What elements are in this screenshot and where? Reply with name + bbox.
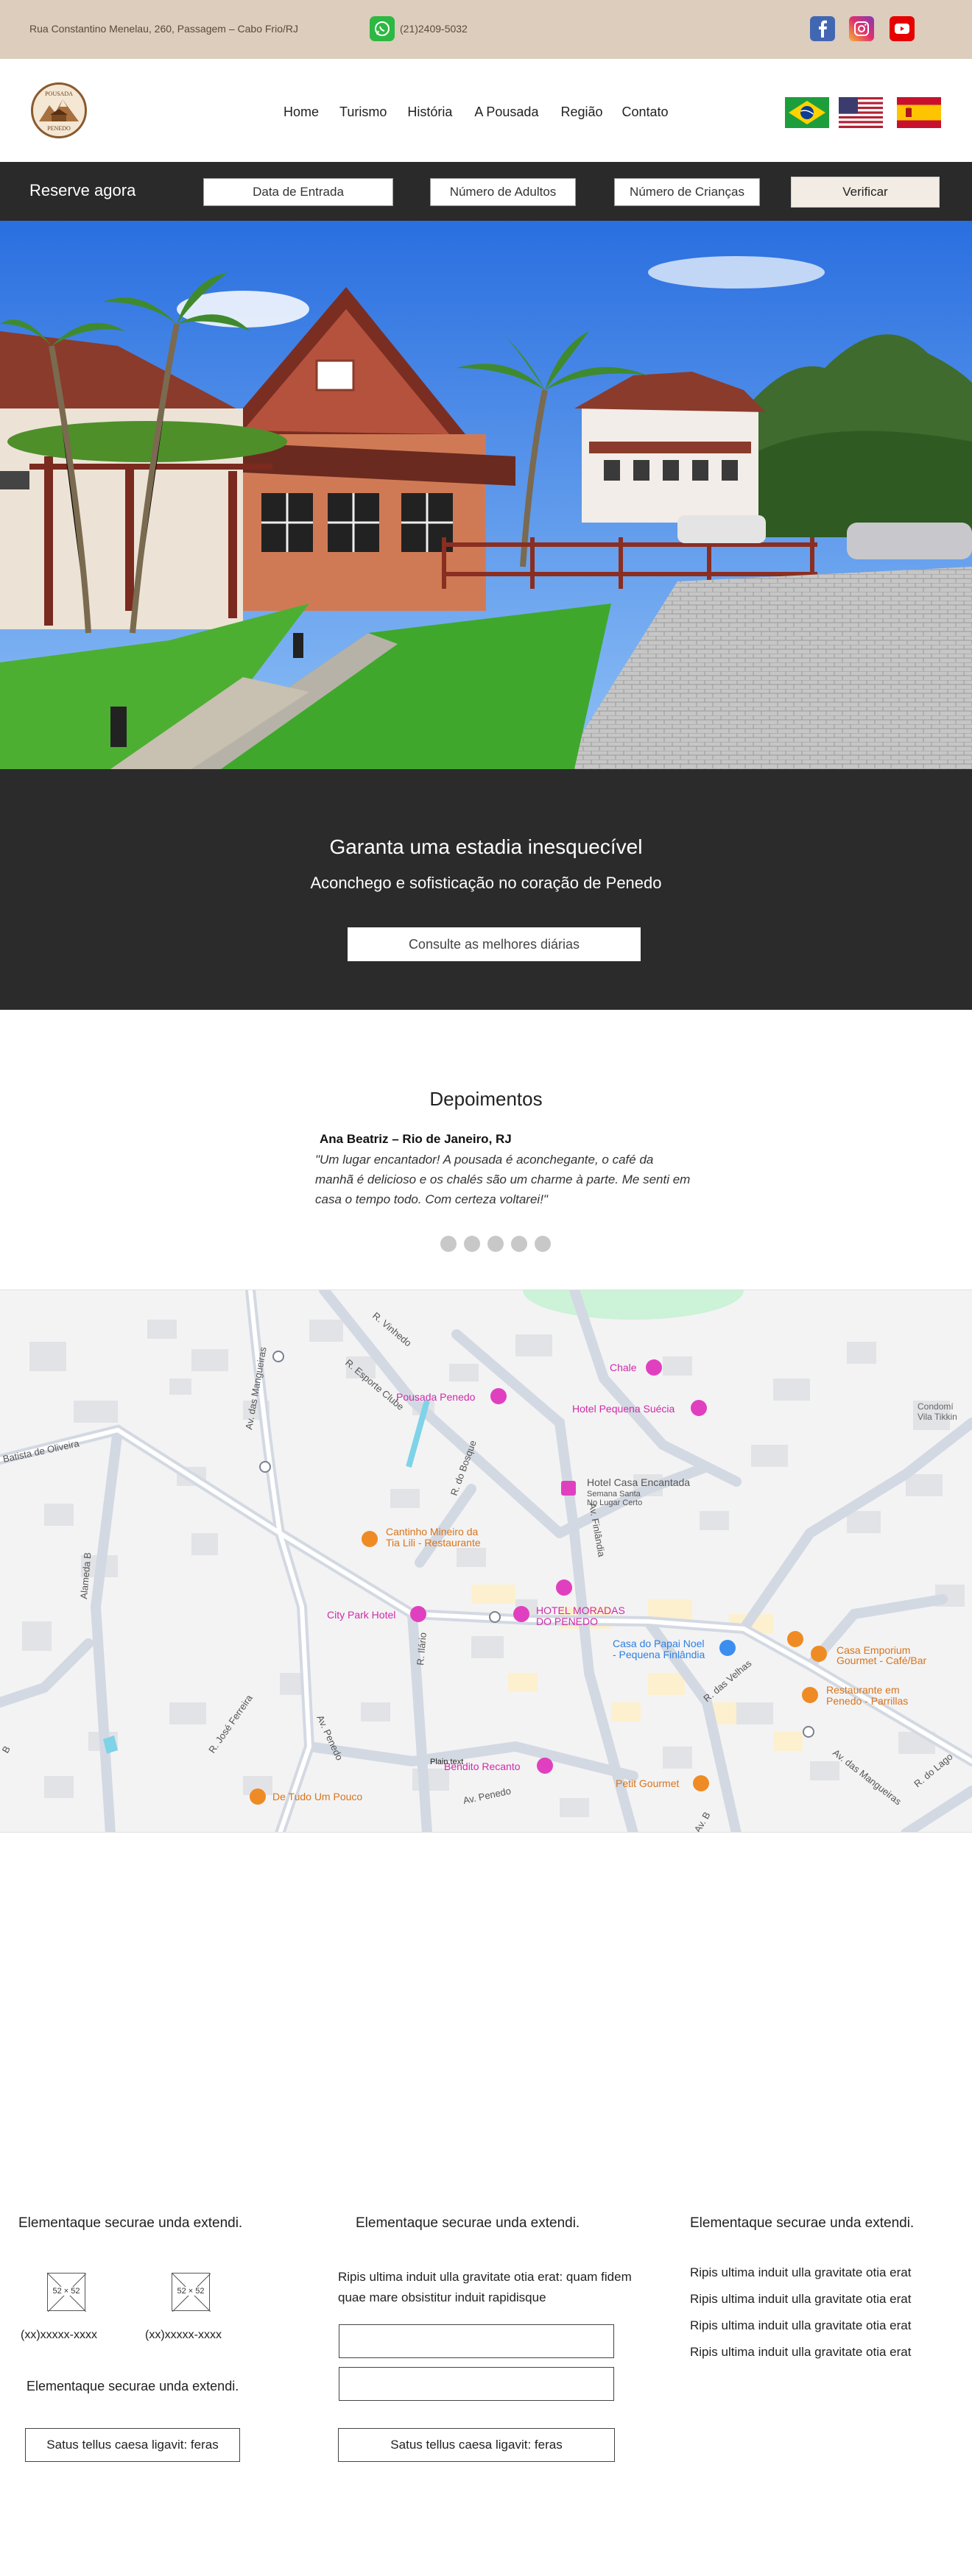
brazil-flag[interactable]	[785, 97, 829, 128]
svg-text:DO PENEDO: DO PENEDO	[536, 1616, 598, 1627]
children-field[interactable]: Número de Crianças	[614, 178, 760, 206]
svg-text:Chale: Chale	[610, 1362, 637, 1373]
list-item: Ripis ultima induit ulla gravitate otia …	[690, 2318, 912, 2332]
svg-text:HOTEL MORADAS: HOTEL MORADAS	[536, 1604, 625, 1616]
svg-text:Condomí: Condomí	[918, 1401, 954, 1412]
pagination-dot[interactable]	[464, 1236, 480, 1252]
footer-phone-2: (xx)xxxxx-xxxx	[145, 2329, 222, 2341]
pagination-dot[interactable]	[511, 1236, 527, 1252]
footer-phone-1: (xx)xxxxx-xxxx	[21, 2329, 97, 2341]
usa-flag[interactable]	[839, 97, 883, 128]
adults-field[interactable]: Número de Adultos	[430, 178, 576, 206]
footer-col1-button[interactable]: Satus tellus caesa ligavit: feras	[25, 2428, 240, 2462]
svg-text:Hotel Pequena Suécia: Hotel Pequena Suécia	[572, 1403, 675, 1415]
svg-text:Vila Tikkin: Vila Tikkin	[918, 1412, 957, 1422]
pagination-dot[interactable]	[487, 1236, 504, 1252]
youtube-icon[interactable]	[890, 16, 915, 41]
svg-text:Casa do Papai Noel: Casa do Papai Noel	[613, 1638, 705, 1649]
footer-col2-button[interactable]: Satus tellus caesa ligavit: feras	[338, 2428, 615, 2462]
testimonial-pagination	[440, 1236, 551, 1252]
banner-subtitle: Aconchego e sofisticação no coração de P…	[310, 874, 662, 892]
nav-a-pousada[interactable]: A Pousada	[474, 105, 538, 120]
menu: Home Turismo História A Pousada Região C…	[284, 105, 689, 120]
footer-col3-title: Elementaque securae unda extendi.	[690, 2215, 915, 2231]
svg-text:Plain text: Plain text	[430, 1758, 463, 1766]
contact-image-placeholder: 52 × 52	[172, 2273, 211, 2312]
instagram-icon[interactable]	[849, 16, 874, 41]
list-item: Ripis ultima induit ulla gravitate otia …	[690, 2292, 912, 2306]
whatsapp-icon[interactable]	[370, 16, 395, 41]
list-item: Ripis ultima induit ulla gravitate otia …	[690, 2345, 912, 2359]
contact-topbar: Rua Constantino Menelau, 260, Passagem –…	[0, 0, 972, 59]
footer-col1-title: Elementaque securae unda extendi.	[18, 2215, 243, 2231]
svg-text:Semana Santa: Semana Santa	[587, 1490, 641, 1498]
svg-text:Restaurante em: Restaurante em	[826, 1684, 900, 1696]
address-text: Rua Constantino Menelau, 260, Passagem –…	[29, 23, 298, 35]
svg-text:Tia Lili - Restaurante: Tia Lili - Restaurante	[386, 1537, 481, 1549]
svg-text:Cantinho Mineiro da: Cantinho Mineiro da	[386, 1526, 479, 1538]
promo-banner: Garanta uma estadia inesquecível Aconche…	[0, 769, 972, 1010]
svg-text:Pousada Penedo: Pousada Penedo	[396, 1391, 476, 1403]
svg-text:Penedo - Parrillas: Penedo - Parrillas	[826, 1695, 908, 1707]
footer-col2-title: Elementaque securae unda extendi.	[356, 2215, 580, 2231]
footer-input-email[interactable]	[339, 2367, 614, 2401]
svg-text:De Tudo Um Pouco: De Tudo Um Pouco	[272, 1791, 362, 1802]
pousada-logo[interactable]: POUSADA PENEDO	[31, 82, 87, 138]
svg-text:POUSADA: POUSADA	[45, 91, 73, 97]
nav-contato[interactable]: Contato	[622, 105, 669, 120]
nav-turismo[interactable]: Turismo	[339, 105, 387, 120]
svg-text:Gourmet - Café/Bar: Gourmet - Café/Bar	[837, 1655, 926, 1666]
best-rates-button[interactable]: Consulte as melhores diárias	[348, 927, 641, 961]
svg-text:PENEDO: PENEDO	[47, 125, 71, 132]
verify-button[interactable]: Verificar	[791, 177, 940, 208]
footer-col3-list: Ripis ultima induit ulla gravitate otia …	[690, 2265, 911, 2371]
pagination-dot[interactable]	[535, 1236, 551, 1252]
testimonial-author: Ana Beatriz – Rio de Janeiro, RJ	[320, 1132, 512, 1146]
phone-text[interactable]: (21)2409-5032	[400, 23, 468, 35]
nav-historia[interactable]: História	[407, 105, 452, 120]
footer-col1-subtitle: Elementaque securae unda extendi.	[27, 2379, 239, 2393]
hero-photo	[0, 221, 972, 769]
svg-text:City Park Hotel: City Park Hotel	[327, 1609, 395, 1621]
page: Rua Constantino Menelau, 260, Passagem –…	[0, 0, 972, 2576]
facebook-icon[interactable]	[810, 16, 835, 41]
nav-regiao[interactable]: Região	[560, 105, 602, 120]
list-item: Ripis ultima induit ulla gravitate otia …	[690, 2265, 912, 2279]
contact-image-placeholder: 52 × 52	[47, 2273, 86, 2312]
svg-text:- Pequena Finlândia: - Pequena Finlândia	[613, 1649, 705, 1660]
pagination-dot[interactable]	[440, 1236, 457, 1252]
svg-text:Hotel Casa Encantada: Hotel Casa Encantada	[587, 1476, 690, 1488]
nav-home[interactable]: Home	[284, 105, 319, 120]
checkin-date-field[interactable]: Data de Entrada	[203, 178, 393, 206]
booking-bar: Reserve agora Data de Entrada Número de …	[0, 162, 972, 221]
testimonials-title: Depoimentos	[429, 1088, 543, 1110]
testimonial-text: "Um lugar encantador! A pousada é aconch…	[315, 1153, 691, 1206]
svg-text:Petit Gourmet: Petit Gourmet	[616, 1777, 679, 1789]
spain-flag[interactable]	[897, 97, 941, 128]
banner-title: Garanta uma estadia inesquecível	[329, 835, 643, 858]
footer-input-name[interactable]	[339, 2324, 614, 2358]
footer-col2-paragraph: Ripis ultima induit ulla gravitate otia …	[338, 2270, 632, 2304]
main-navigation: POUSADA PENEDO Home Turismo História A P…	[0, 59, 972, 162]
booking-title: Reserve agora	[29, 181, 136, 199]
location-map[interactable]: Chale Pousada Penedo Hotel Pequena Suéci…	[0, 1289, 972, 1833]
